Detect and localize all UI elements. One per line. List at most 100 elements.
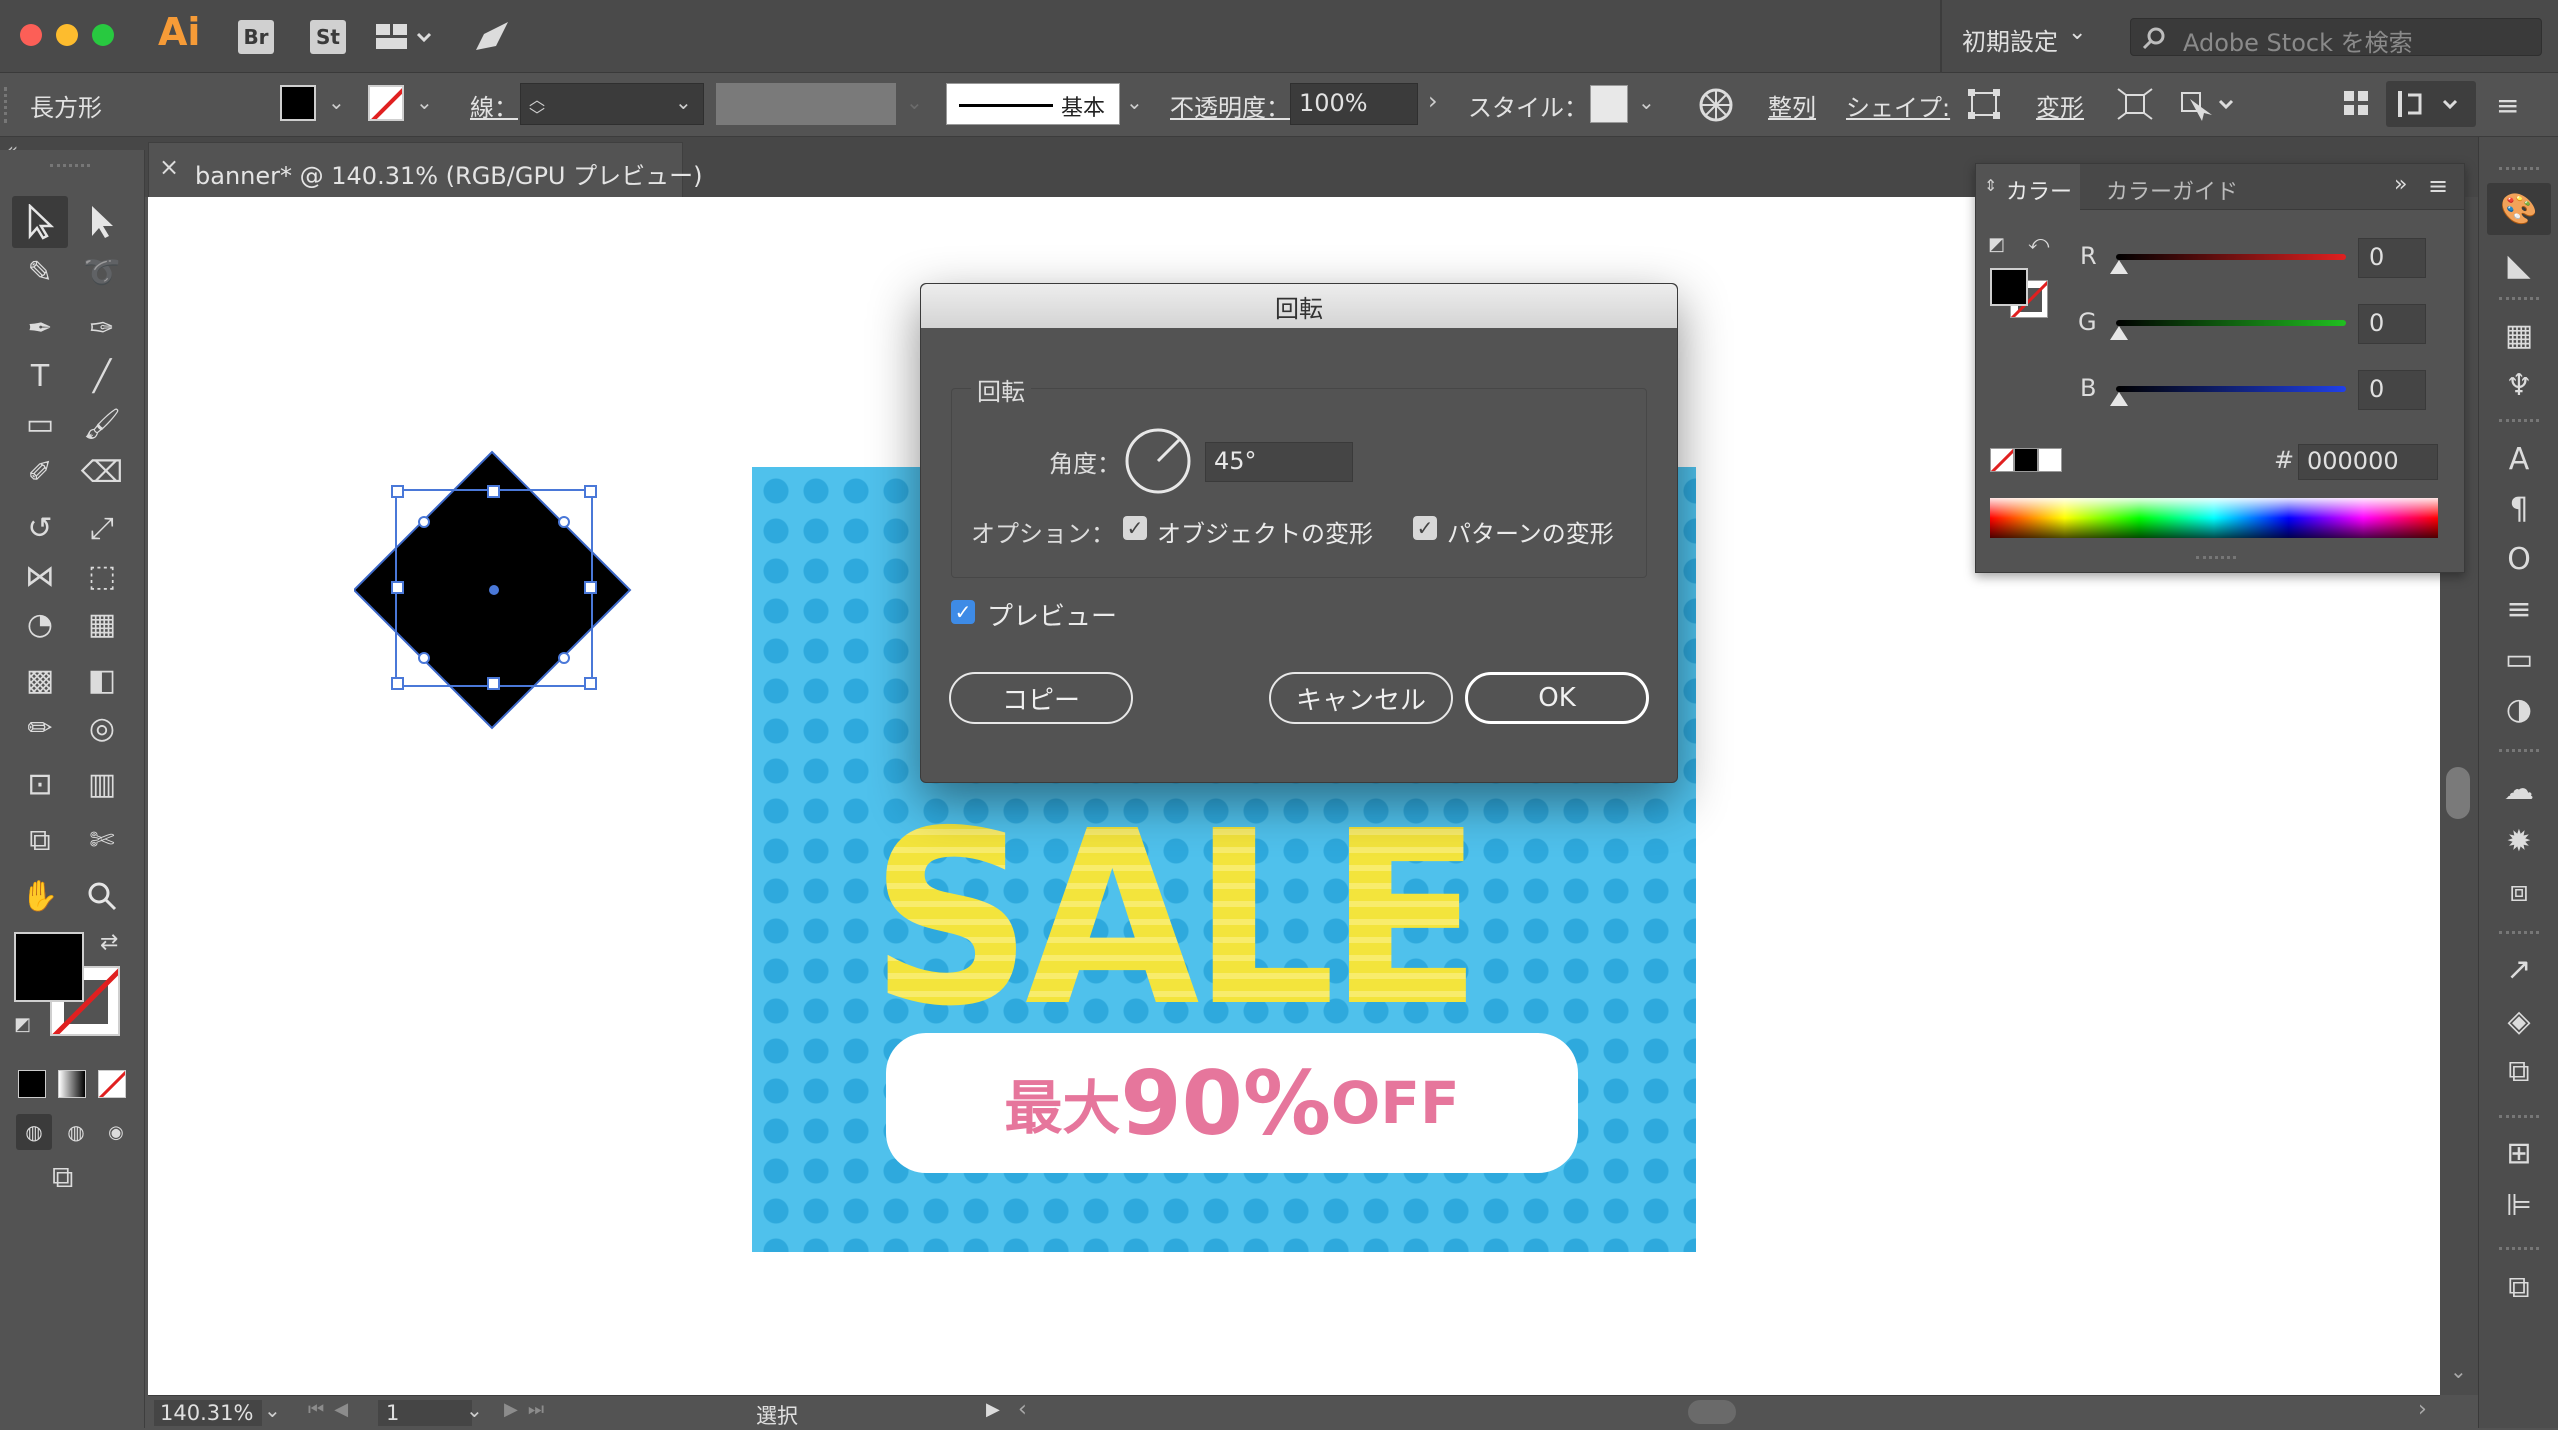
lasso-tool-icon[interactable]: ➰ <box>80 250 124 294</box>
eyedropper-tool-icon[interactable]: ✏ <box>18 706 62 750</box>
chevron-down-icon[interactable]: ⌄ <box>2068 20 2086 45</box>
preview-checkbox[interactable]: ✓ <box>951 600 975 624</box>
mesh-tool-icon[interactable]: ▩ <box>18 658 62 702</box>
chevron-down-icon[interactable]: ⌄ <box>328 90 345 114</box>
appearance-icon[interactable]: ✹ <box>2497 819 2541 863</box>
brushes-icon[interactable]: ♆ <box>2497 363 2541 407</box>
gpu-performance-button[interactable] <box>472 18 512 58</box>
grip-handle[interactable] <box>2499 167 2539 171</box>
minimize-window-button[interactable] <box>56 24 78 46</box>
gradient-tool-icon[interactable]: ◧ <box>80 658 124 702</box>
grip-handle[interactable] <box>2499 1115 2539 1119</box>
r-input[interactable]: 0 <box>2358 238 2426 278</box>
transform-patterns-checkbox[interactable]: ✓ <box>1413 516 1437 540</box>
gradient-panel-icon[interactable]: ▭ <box>2497 637 2541 681</box>
opentype-icon[interactable]: O <box>2497 537 2541 581</box>
chevron-down-icon[interactable]: ⌄ <box>2450 1359 2467 1383</box>
grip-handle[interactable] <box>2499 931 2539 935</box>
rectangle-tool-icon[interactable]: ▭ <box>18 402 62 446</box>
layers-icon[interactable]: ◈ <box>2497 999 2541 1043</box>
angle-input[interactable]: 45° <box>1205 442 1353 482</box>
chevron-down-icon[interactable]: ⌄ <box>466 1398 483 1422</box>
grip-handle[interactable] <box>50 164 90 168</box>
arrange-documents-button[interactable] <box>374 22 434 56</box>
chevron-right-icon[interactable]: › <box>1428 87 1438 115</box>
draw-inside-icon[interactable]: ◉ <box>98 1114 134 1150</box>
panel-resize-grip[interactable] <box>2196 556 2236 560</box>
blend-tool-icon[interactable]: ◎ <box>80 706 124 750</box>
shape-builder-tool-icon[interactable]: ◔ <box>18 602 62 646</box>
shape-properties-button[interactable] <box>1966 87 2002 125</box>
pathfinder-icon[interactable]: ⧉ <box>2497 1265 2541 1309</box>
chevron-right-icon[interactable]: › <box>2418 1397 2427 1422</box>
type-tool-icon[interactable]: T <box>18 354 62 398</box>
transform-panel-icon[interactable]: ⊞ <box>2497 1131 2541 1175</box>
close-tab-icon[interactable]: × <box>159 153 179 181</box>
direct-selection-tool-icon[interactable] <box>80 200 124 244</box>
draw-normal-icon[interactable]: ◍ <box>16 1114 52 1150</box>
artboard-tool-icon[interactable]: ⧉ <box>18 818 62 862</box>
chevron-down-icon[interactable]: ⌄ <box>1126 90 1143 114</box>
tab-color[interactable]: ⇕ カラー <box>1976 164 2080 210</box>
none-swatch[interactable] <box>1990 448 2014 472</box>
eraser-tool-icon[interactable]: ⌫ <box>80 450 124 494</box>
chevron-down-icon[interactable]: ⌄ <box>906 90 923 114</box>
selection-tool-icon[interactable] <box>18 200 62 244</box>
color-mode-button[interactable] <box>18 1070 46 1098</box>
fill-swatch[interactable] <box>280 85 316 121</box>
free-transform-tool-icon[interactable]: ⬚ <box>80 554 124 598</box>
hex-input[interactable]: 000000 <box>2298 444 2438 480</box>
b-slider[interactable] <box>2116 386 2346 392</box>
tab-color-guide[interactable]: カラーガイド <box>2106 174 2238 206</box>
transform-button[interactable]: 変形 <box>2036 88 2084 123</box>
bridge-button[interactable]: Br <box>238 20 274 54</box>
panel-mode-button[interactable] <box>2386 81 2476 127</box>
chevron-left-icon[interactable]: ‹ <box>1018 1397 1027 1422</box>
cancel-button[interactable]: キャンセル <box>1269 672 1453 724</box>
align-panel-icon[interactable]: ⊫ <box>2497 1183 2541 1227</box>
r-slider-thumb[interactable] <box>2110 260 2128 274</box>
artboards-icon[interactable]: ⧉ <box>2497 1049 2541 1093</box>
opacity-input[interactable]: 100% <box>1290 83 1418 125</box>
libraries-icon[interactable]: ☁ <box>2497 767 2541 811</box>
grip-handle[interactable] <box>2499 749 2539 753</box>
status-menu-icon[interactable]: ▶ <box>986 1399 1000 1420</box>
angle-dial[interactable] <box>1123 426 1193 496</box>
g-slider-thumb[interactable] <box>2110 326 2128 340</box>
white-swatch[interactable] <box>2038 448 2062 472</box>
pen-tool-icon[interactable]: ✒ <box>18 306 62 350</box>
ok-button[interactable]: OK <box>1465 672 1649 724</box>
shape-label[interactable]: シェイプ: <box>1846 88 1950 123</box>
perspective-grid-tool-icon[interactable]: ▦ <box>80 602 124 646</box>
paintbrush-tool-icon[interactable]: 🖌 <box>80 402 124 446</box>
document-tab[interactable]: × banner* @ 140.31% (RGB/GPU プレビュー) <box>148 142 702 197</box>
isolate-button[interactable] <box>2116 87 2154 125</box>
chevron-down-icon[interactable]: ⌄ <box>264 1398 281 1422</box>
maximize-window-button[interactable] <box>92 24 114 46</box>
grip-handle[interactable] <box>2499 297 2539 301</box>
arrange-icons-button[interactable] <box>2340 87 2374 125</box>
scale-tool-icon[interactable]: ⤢ <box>80 506 124 550</box>
color-guide-icon[interactable]: ◣ <box>2497 243 2541 287</box>
asset-export-icon[interactable]: ⧈ <box>2497 869 2541 913</box>
align-button[interactable]: 整列 <box>1768 88 1816 123</box>
g-input[interactable]: 0 <box>2358 304 2426 344</box>
width-tool-icon[interactable]: ⋈ <box>18 554 62 598</box>
scroll-thumb[interactable] <box>2446 767 2470 819</box>
artboard-number[interactable]: 1 <box>378 1400 472 1426</box>
selected-rectangle[interactable] <box>354 450 634 730</box>
fill-color-box[interactable] <box>1990 268 2028 306</box>
expand-panel-icon[interactable]: » <box>2394 172 2407 197</box>
color-spectrum[interactable] <box>1990 498 2438 538</box>
slice-tool-icon[interactable]: ✄ <box>80 818 124 862</box>
default-colors-icon[interactable]: ◩ <box>14 1014 31 1035</box>
copy-button[interactable]: コピー <box>949 672 1133 724</box>
hand-tool-icon[interactable]: ✋ <box>18 874 62 918</box>
export-icon[interactable]: ↗ <box>2497 947 2541 991</box>
symbol-sprayer-tool-icon[interactable]: ⊡ <box>18 762 62 806</box>
opacity-label[interactable]: 不透明度： <box>1170 88 1290 123</box>
grip-handle[interactable] <box>4 87 7 123</box>
horizontal-scroll-thumb[interactable] <box>1688 1400 1736 1424</box>
control-panel-menu-icon[interactable]: ≡ <box>2496 89 2519 122</box>
stock-search-field[interactable]: Adobe Stock を検索 <box>2130 18 2542 57</box>
